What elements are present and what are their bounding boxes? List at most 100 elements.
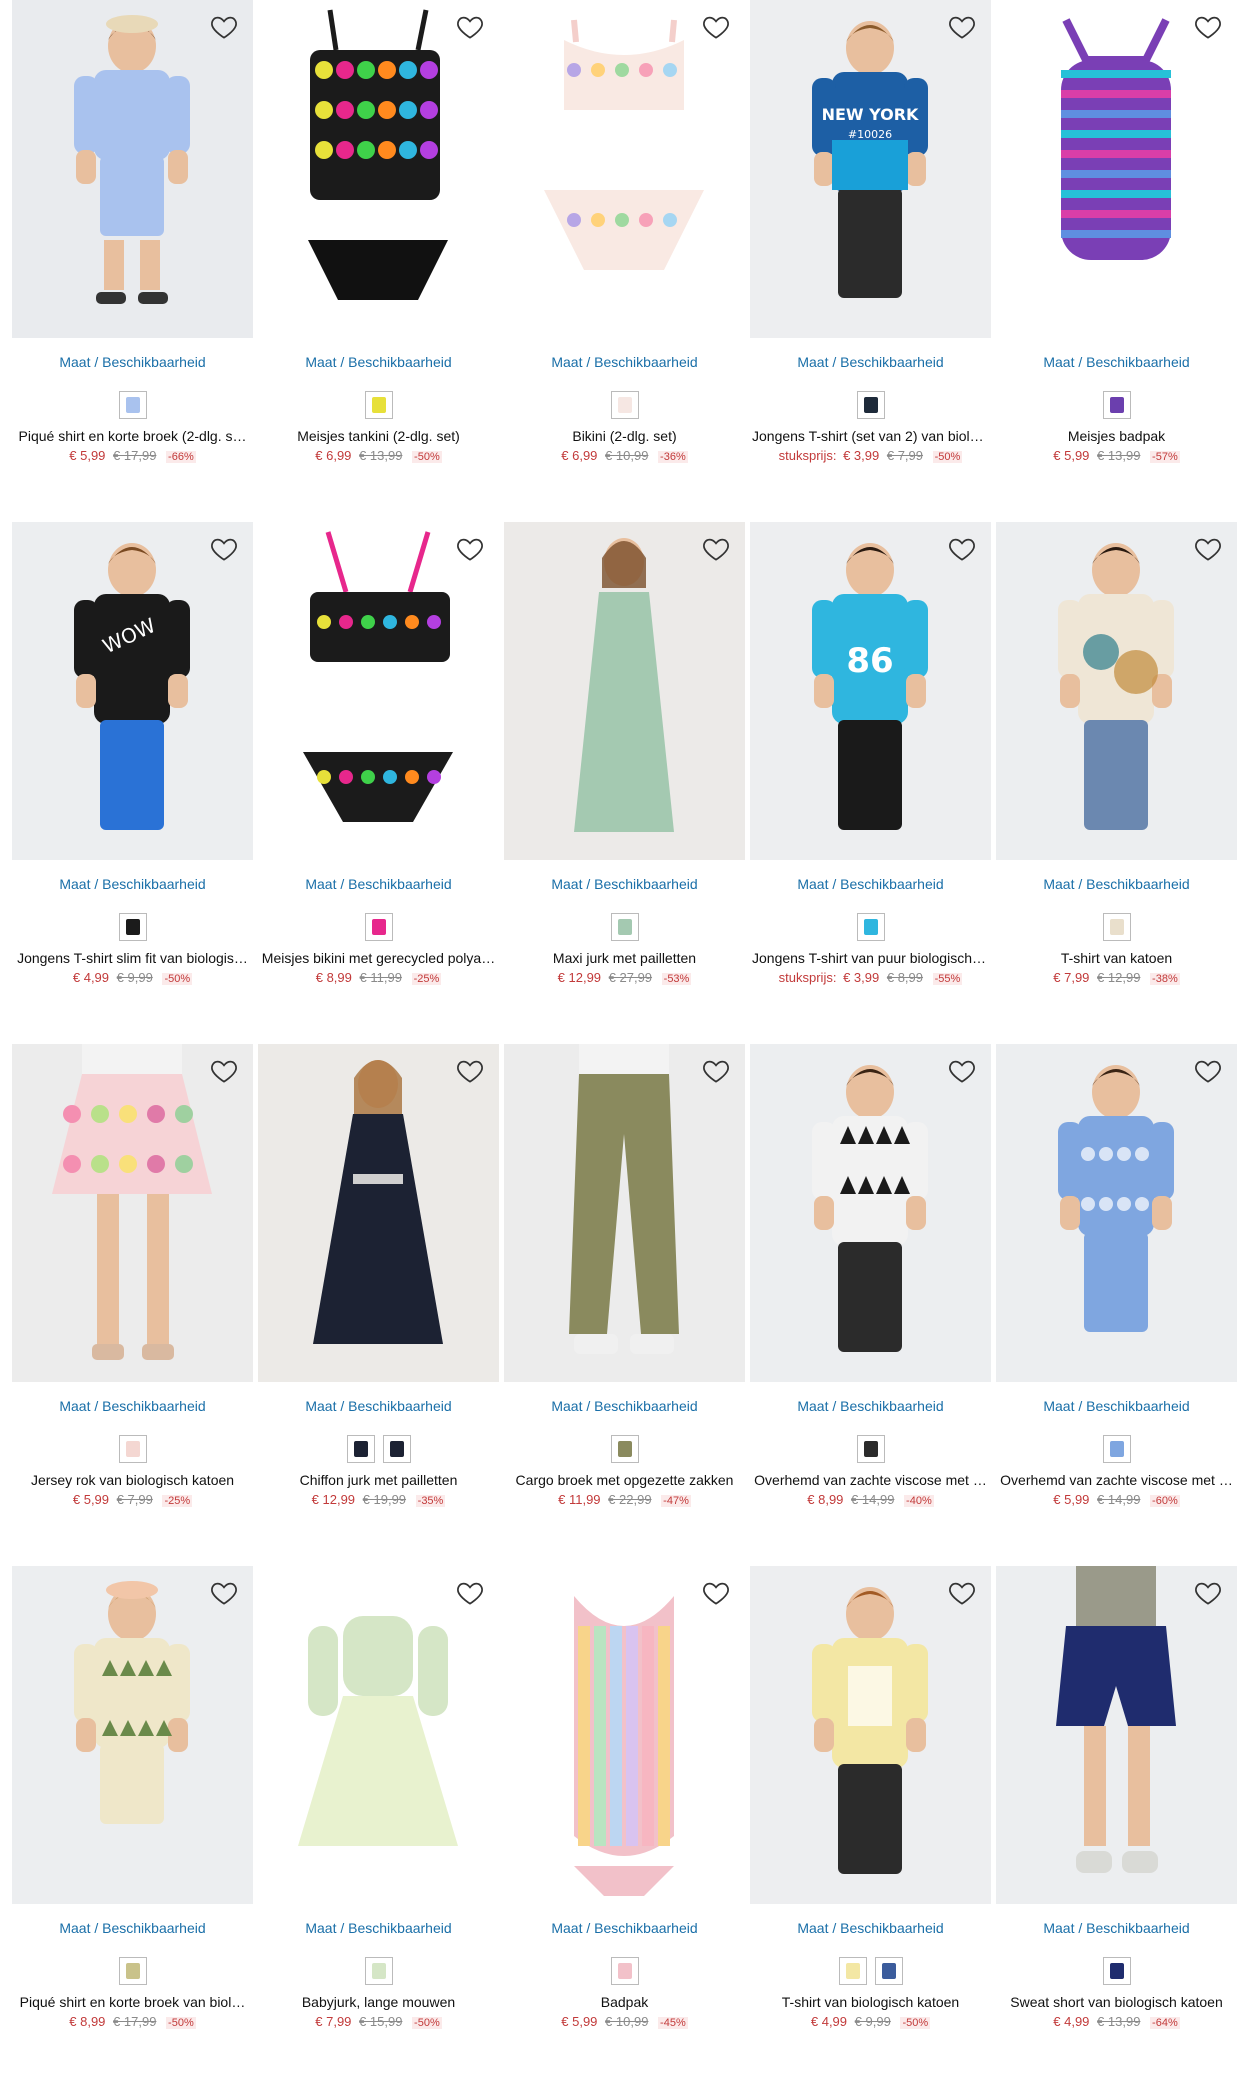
- product-image[interactable]: [258, 1044, 499, 1382]
- wishlist-heart-icon[interactable]: [947, 1578, 977, 1608]
- wishlist-heart-icon[interactable]: [1193, 534, 1223, 564]
- wishlist-heart-icon[interactable]: [701, 12, 731, 42]
- size-availability-link[interactable]: Maat / Beschikbaarheid: [504, 353, 745, 371]
- size-availability-link[interactable]: Maat / Beschikbaarheid: [12, 353, 253, 371]
- color-swatch[interactable]: [610, 1435, 639, 1463]
- color-swatch[interactable]: [610, 1957, 639, 1985]
- color-swatch[interactable]: [382, 1435, 411, 1463]
- product-image[interactable]: [258, 1566, 499, 1904]
- wishlist-heart-icon[interactable]: [701, 1056, 731, 1086]
- product-card[interactable]: Maat / Beschikbaarheid T-shirt van biolo…: [750, 1566, 991, 2088]
- product-name[interactable]: Meisjes bikini met gerecycled polya…: [258, 949, 499, 967]
- product-image[interactable]: [996, 1044, 1237, 1382]
- size-availability-link[interactable]: Maat / Beschikbaarheid: [258, 875, 499, 893]
- wishlist-heart-icon[interactable]: [455, 534, 485, 564]
- wishlist-heart-icon[interactable]: [1193, 1578, 1223, 1608]
- wishlist-heart-icon[interactable]: [209, 534, 239, 564]
- wishlist-heart-icon[interactable]: [209, 12, 239, 42]
- product-image[interactable]: WOW: [12, 522, 253, 860]
- wishlist-heart-icon[interactable]: [209, 1578, 239, 1608]
- color-swatch[interactable]: [118, 913, 147, 941]
- wishlist-heart-icon[interactable]: [947, 534, 977, 564]
- product-image[interactable]: [12, 1044, 253, 1382]
- product-name[interactable]: Piqué shirt en korte broek van biol…: [12, 1993, 253, 2011]
- wishlist-heart-icon[interactable]: [455, 1578, 485, 1608]
- product-name[interactable]: Meisjes badpak: [996, 427, 1237, 445]
- product-card[interactable]: Maat / Beschikbaarheid Badpak € 5,99 € 1…: [504, 1566, 745, 2088]
- color-swatch[interactable]: [610, 391, 639, 419]
- color-swatch[interactable]: [1102, 913, 1131, 941]
- product-card[interactable]: NEW YORK #10026 Maat / Beschikbaarheid Jo…: [750, 0, 991, 522]
- size-availability-link[interactable]: Maat / Beschikbaarheid: [750, 1919, 991, 1937]
- color-swatch[interactable]: [610, 913, 639, 941]
- product-card[interactable]: Maat / Beschikbaarheid Maxi jurk met pai…: [504, 522, 745, 1044]
- product-card[interactable]: WOW Maat / Beschikbaarheid Jongens T-shi…: [12, 522, 253, 1044]
- product-name[interactable]: T-shirt van katoen: [996, 949, 1237, 967]
- color-swatch[interactable]: [118, 1435, 147, 1463]
- product-card[interactable]: Maat / Beschikbaarheid Overhemd van zach…: [996, 1044, 1237, 1566]
- size-availability-link[interactable]: Maat / Beschikbaarheid: [504, 875, 745, 893]
- color-swatch[interactable]: [874, 1957, 903, 1985]
- size-availability-link[interactable]: Maat / Beschikbaarheid: [258, 353, 499, 371]
- product-name[interactable]: Bikini (2-dlg. set): [504, 427, 745, 445]
- product-image[interactable]: [996, 1566, 1237, 1904]
- product-image[interactable]: [12, 1566, 253, 1904]
- product-name[interactable]: T-shirt van biologisch katoen: [750, 1993, 991, 2011]
- product-image[interactable]: 86: [750, 522, 991, 860]
- size-availability-link[interactable]: Maat / Beschikbaarheid: [258, 1919, 499, 1937]
- product-name[interactable]: Meisjes tankini (2-dlg. set): [258, 427, 499, 445]
- product-image[interactable]: [504, 1566, 745, 1904]
- size-availability-link[interactable]: Maat / Beschikbaarheid: [12, 1919, 253, 1937]
- color-swatch[interactable]: [856, 1435, 885, 1463]
- product-card[interactable]: Maat / Beschikbaarheid Sweat short van b…: [996, 1566, 1237, 2088]
- product-card[interactable]: Maat / Beschikbaarheid Meisjes bikini me…: [258, 522, 499, 1044]
- product-image[interactable]: [750, 1044, 991, 1382]
- color-swatch[interactable]: [346, 1435, 375, 1463]
- product-name[interactable]: Sweat short van biologisch katoen: [996, 1993, 1237, 2011]
- product-card[interactable]: 86 Maat / Beschikbaarheid Jongens T-shir…: [750, 522, 991, 1044]
- product-card[interactable]: Maat / Beschikbaarheid Cargo broek met o…: [504, 1044, 745, 1566]
- product-image[interactable]: [504, 522, 745, 860]
- size-availability-link[interactable]: Maat / Beschikbaarheid: [12, 1397, 253, 1415]
- wishlist-heart-icon[interactable]: [701, 534, 731, 564]
- product-image[interactable]: [750, 1566, 991, 1904]
- color-swatch[interactable]: [856, 391, 885, 419]
- wishlist-heart-icon[interactable]: [701, 1578, 731, 1608]
- product-name[interactable]: Piqué shirt en korte broek (2-dlg. s…: [12, 427, 253, 445]
- size-availability-link[interactable]: Maat / Beschikbaarheid: [258, 1397, 499, 1415]
- product-image[interactable]: [12, 0, 253, 338]
- product-card[interactable]: Maat / Beschikbaarheid Bikini (2-dlg. se…: [504, 0, 745, 522]
- product-image[interactable]: NEW YORK #10026: [750, 0, 991, 338]
- size-availability-link[interactable]: Maat / Beschikbaarheid: [750, 875, 991, 893]
- size-availability-link[interactable]: Maat / Beschikbaarheid: [504, 1397, 745, 1415]
- wishlist-heart-icon[interactable]: [947, 12, 977, 42]
- wishlist-heart-icon[interactable]: [455, 12, 485, 42]
- product-name[interactable]: Jongens T-shirt (set van 2) van biolo…: [750, 427, 991, 445]
- color-swatch[interactable]: [1102, 1957, 1131, 1985]
- product-card[interactable]: Maat / Beschikbaarheid T-shirt van katoe…: [996, 522, 1237, 1044]
- wishlist-heart-icon[interactable]: [1193, 1056, 1223, 1086]
- product-card[interactable]: Maat / Beschikbaarheid Babyjurk, lange m…: [258, 1566, 499, 2088]
- size-availability-link[interactable]: Maat / Beschikbaarheid: [996, 1397, 1237, 1415]
- size-availability-link[interactable]: Maat / Beschikbaarheid: [750, 353, 991, 371]
- product-image[interactable]: [996, 522, 1237, 860]
- product-card[interactable]: Maat / Beschikbaarheid Meisjes tankini (…: [258, 0, 499, 522]
- color-swatch[interactable]: [118, 391, 147, 419]
- product-image[interactable]: [258, 0, 499, 338]
- product-name[interactable]: Jongens T-shirt slim fit van biologis…: [12, 949, 253, 967]
- color-swatch[interactable]: [364, 1957, 393, 1985]
- product-image[interactable]: [504, 1044, 745, 1382]
- product-name[interactable]: Jersey rok van biologisch katoen: [12, 1471, 253, 1489]
- product-name[interactable]: Chiffon jurk met pailletten: [258, 1471, 499, 1489]
- color-swatch[interactable]: [1102, 1435, 1131, 1463]
- color-swatch[interactable]: [1102, 391, 1131, 419]
- product-card[interactable]: Maat / Beschikbaarheid Piqué shirt en ko…: [12, 1566, 253, 2088]
- product-card[interactable]: Maat / Beschikbaarheid Meisjes badpak € …: [996, 0, 1237, 522]
- wishlist-heart-icon[interactable]: [1193, 12, 1223, 42]
- size-availability-link[interactable]: Maat / Beschikbaarheid: [504, 1919, 745, 1937]
- size-availability-link[interactable]: Maat / Beschikbaarheid: [996, 1919, 1237, 1937]
- product-name[interactable]: Badpak: [504, 1993, 745, 2011]
- product-card[interactable]: Maat / Beschikbaarheid Piqué shirt en ko…: [12, 0, 253, 522]
- product-name[interactable]: Jongens T-shirt van puur biologisch …: [750, 949, 991, 967]
- product-card[interactable]: Maat / Beschikbaarheid Overhemd van zach…: [750, 1044, 991, 1566]
